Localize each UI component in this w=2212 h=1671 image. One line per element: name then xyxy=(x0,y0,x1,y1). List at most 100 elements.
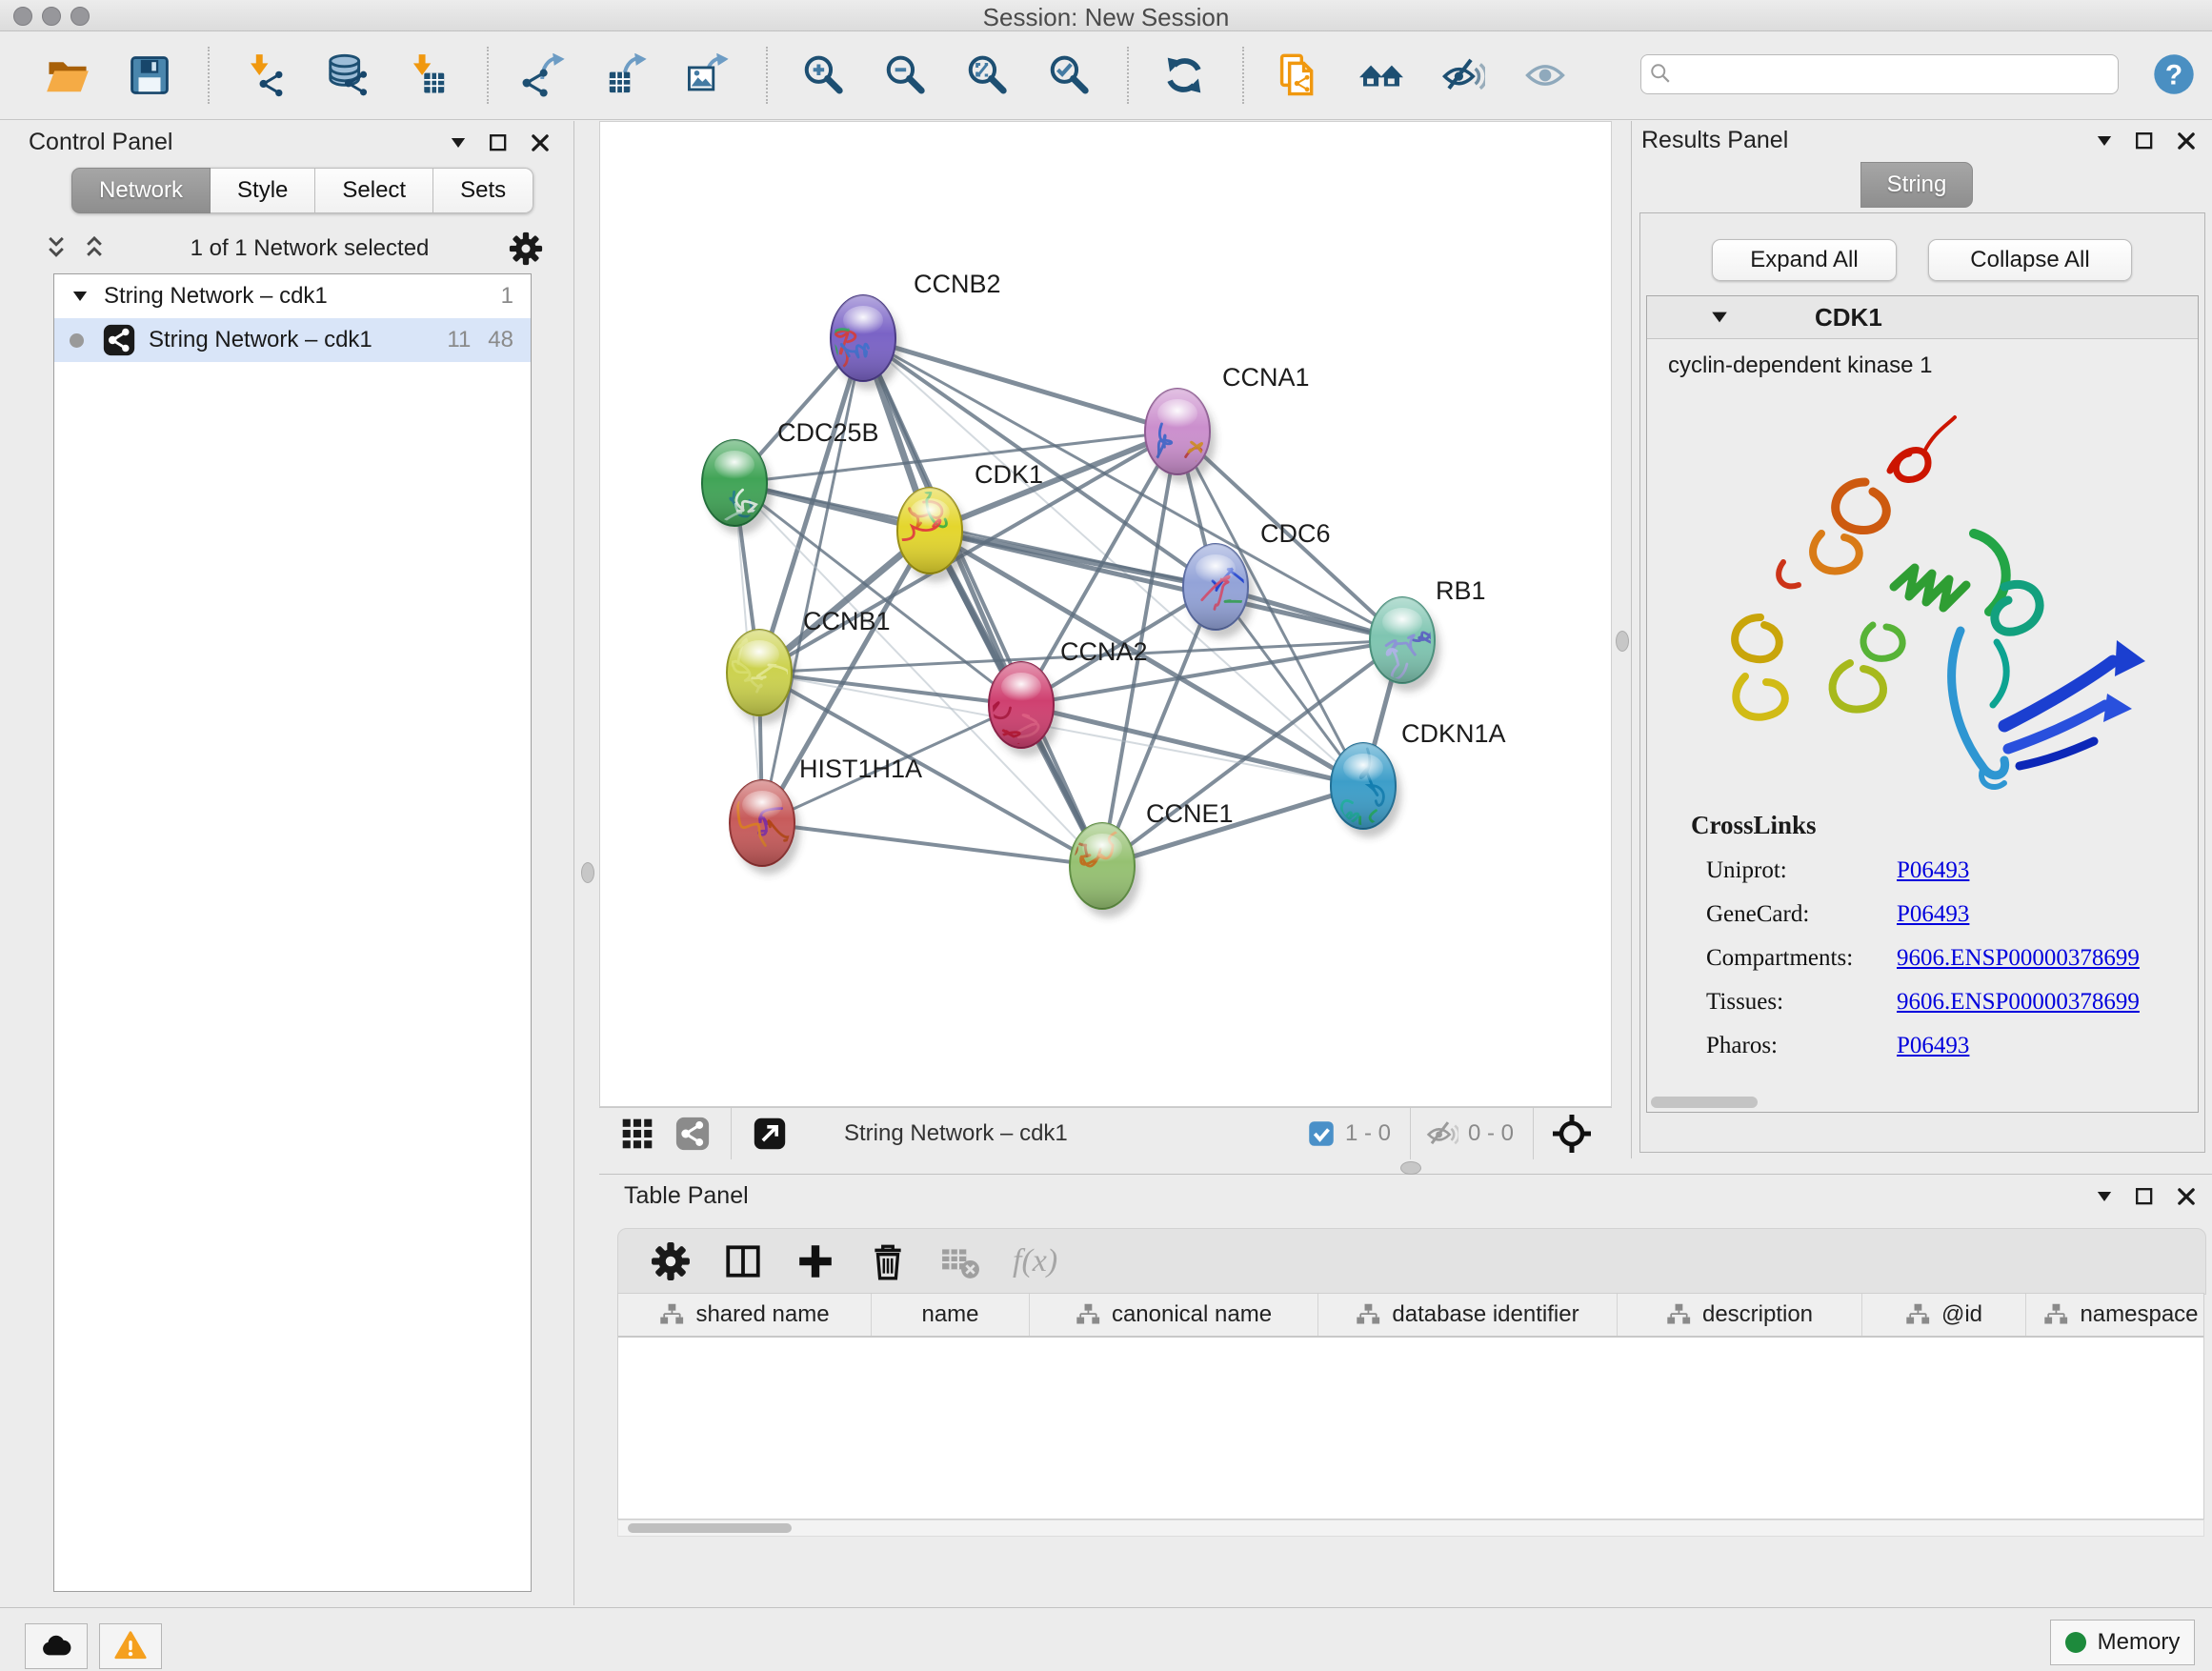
crosslink-value-link[interactable]: P06493 xyxy=(1897,857,1969,884)
import-network-from-database-button[interactable] xyxy=(317,46,376,105)
cloud-status-button[interactable] xyxy=(25,1623,88,1669)
refresh-layout-button[interactable] xyxy=(1155,46,1214,105)
network-node-rb1[interactable]: RB1 xyxy=(1370,576,1486,692)
table-hscrollbar-thumb[interactable] xyxy=(628,1523,792,1533)
network-edge[interactable] xyxy=(863,338,1402,640)
import-network-from-file-button[interactable] xyxy=(235,46,294,105)
show-grid-icon[interactable] xyxy=(620,1117,654,1151)
crosslink-row: GeneCard:P06493 xyxy=(1706,901,2198,928)
export-network-button[interactable] xyxy=(514,46,573,105)
import-table-from-file-button[interactable] xyxy=(399,46,458,105)
gene-description: cyclin-dependent kinase 1 xyxy=(1668,352,2198,379)
help-button[interactable] xyxy=(2151,51,2197,97)
save-session-button[interactable] xyxy=(120,46,179,105)
tab-style[interactable]: Style xyxy=(211,168,315,213)
expand-all-button[interactable]: Expand All xyxy=(1712,239,1897,281)
network-edge[interactable] xyxy=(762,823,1102,866)
bottom-splitter-handle[interactable] xyxy=(1400,1161,1421,1175)
column-header-canonical-name[interactable]: canonical name xyxy=(1030,1294,1318,1336)
network-selection-status: 1 of 1 Network selected xyxy=(111,235,509,262)
column-header--id[interactable]: @id xyxy=(1862,1294,2026,1336)
results-panel-float-icon[interactable] xyxy=(2132,129,2157,153)
zoom-out-button[interactable] xyxy=(875,46,935,105)
expand-all-networks-icon[interactable] xyxy=(78,232,111,265)
network-edge[interactable] xyxy=(863,338,1177,432)
right-splitter-handle[interactable] xyxy=(1616,631,1629,652)
network-node-hist1h1a[interactable]: HIST1H1A xyxy=(719,755,922,875)
network-node-ccne1[interactable]: CCNE1 xyxy=(1057,799,1233,917)
network-edge[interactable] xyxy=(762,338,863,823)
export-table-button[interactable] xyxy=(596,46,655,105)
table-settings-gear-icon[interactable] xyxy=(651,1241,691,1281)
crosslinks-list: Uniprot:P06493 GeneCard:P06493 Compartment… xyxy=(1647,857,2198,1059)
results-panel-menu-icon[interactable] xyxy=(2094,131,2115,151)
column-header-database-identifier[interactable]: database identifier xyxy=(1318,1294,1618,1336)
node-card-caret-icon[interactable] xyxy=(1708,306,1731,329)
crosslink-value-link[interactable]: 9606.ENSP00000378699 xyxy=(1897,945,2140,972)
left-splitter-handle[interactable] xyxy=(581,862,594,883)
network-canvas[interactable]: CCNB2CCNA1CDC25BCDK1CDC6RB1CCNB1CCNA2CDK… xyxy=(599,121,1612,1107)
first-neighbors-button[interactable] xyxy=(1352,46,1411,105)
export-image-button[interactable] xyxy=(678,46,737,105)
hide-selected-button[interactable] xyxy=(1434,46,1493,105)
column-header-namespace[interactable]: namespace xyxy=(2026,1294,2204,1336)
search-input[interactable] xyxy=(1681,60,2118,89)
show-graphics-details-button[interactable] xyxy=(1516,46,1575,105)
table-hscrollbar[interactable] xyxy=(617,1520,2204,1537)
crosslink-row: Compartments:9606.ENSP00000378699 xyxy=(1706,945,2198,972)
show-columns-icon[interactable] xyxy=(723,1241,763,1281)
table-panel-menu-icon[interactable] xyxy=(2094,1186,2115,1207)
network-edge[interactable] xyxy=(930,531,1402,640)
zsel-icon xyxy=(1047,53,1091,97)
crosslink-label: Compartments: xyxy=(1706,945,1897,972)
warnings-button[interactable] xyxy=(99,1623,162,1669)
network-badge-gray-icon[interactable] xyxy=(675,1117,710,1151)
zoom-fit-content-button[interactable] xyxy=(957,46,1016,105)
selected-checkbox-icon[interactable] xyxy=(1307,1119,1336,1148)
tab-string[interactable]: String xyxy=(1860,162,1973,208)
network-collection-row[interactable]: String Network – cdk1 1 xyxy=(54,274,531,318)
network-graph[interactable]: CCNB2CCNA1CDC25BCDK1CDC6RB1CCNB1CCNA2CDK… xyxy=(600,122,1611,1106)
node-label: CDK1 xyxy=(975,460,1043,489)
network-edge[interactable] xyxy=(759,673,1021,705)
delete-column-icon[interactable] xyxy=(868,1241,908,1281)
tab-network[interactable]: Network xyxy=(71,168,211,213)
memory-label: Memory xyxy=(2098,1629,2181,1656)
control-panel-close-icon[interactable] xyxy=(528,131,553,155)
open-session-button[interactable] xyxy=(38,46,97,105)
column-header-name[interactable]: name xyxy=(872,1294,1030,1336)
table-panel-close-icon[interactable] xyxy=(2174,1184,2199,1209)
network-options-gear-icon[interactable] xyxy=(509,232,543,266)
birdseye-crosshair-icon[interactable] xyxy=(1553,1115,1591,1153)
tab-sets[interactable]: Sets xyxy=(433,168,533,213)
crosslink-row: Uniprot:P06493 xyxy=(1706,857,2198,884)
network-edge[interactable] xyxy=(863,338,1102,866)
network-node-ccnb1[interactable]: CCNB1 xyxy=(719,607,891,724)
duplicate-network-button[interactable] xyxy=(1270,46,1329,105)
collection-expand-caret-icon[interactable] xyxy=(70,286,90,307)
copy-icon xyxy=(1277,53,1321,97)
search-box[interactable] xyxy=(1640,54,2119,94)
network-row-selected[interactable]: String Network – cdk1 11 48 xyxy=(54,318,531,362)
collapse-all-networks-icon[interactable] xyxy=(40,232,72,265)
tab-select[interactable]: Select xyxy=(315,168,433,213)
add-column-icon[interactable] xyxy=(795,1241,835,1281)
zout-icon xyxy=(883,53,927,97)
table-panel-float-icon[interactable] xyxy=(2132,1184,2157,1209)
node-card-header[interactable]: CDK1 xyxy=(1647,296,2198,339)
column-header-shared-name[interactable]: shared name xyxy=(618,1294,872,1336)
crosslink-value-link[interactable]: 9606.ENSP00000378699 xyxy=(1897,989,2140,1016)
zoom-selected-button[interactable] xyxy=(1039,46,1098,105)
results-panel-close-icon[interactable] xyxy=(2174,129,2199,153)
results-scrollbar-thumb[interactable] xyxy=(1651,1097,1758,1108)
network-node-cdkn1a[interactable]: CDKN1A xyxy=(1331,719,1506,844)
control-panel-float-icon[interactable] xyxy=(486,131,511,155)
detach-view-icon[interactable] xyxy=(753,1117,787,1151)
control-panel-menu-icon[interactable] xyxy=(448,132,469,153)
column-header-description[interactable]: description xyxy=(1618,1294,1862,1336)
crosslink-value-link[interactable]: P06493 xyxy=(1897,901,1969,928)
collapse-all-button[interactable]: Collapse All xyxy=(1928,239,2132,281)
memory-button[interactable]: Memory xyxy=(2050,1620,2195,1665)
crosslink-value-link[interactable]: P06493 xyxy=(1897,1033,1969,1059)
zoom-in-button[interactable] xyxy=(794,46,853,105)
